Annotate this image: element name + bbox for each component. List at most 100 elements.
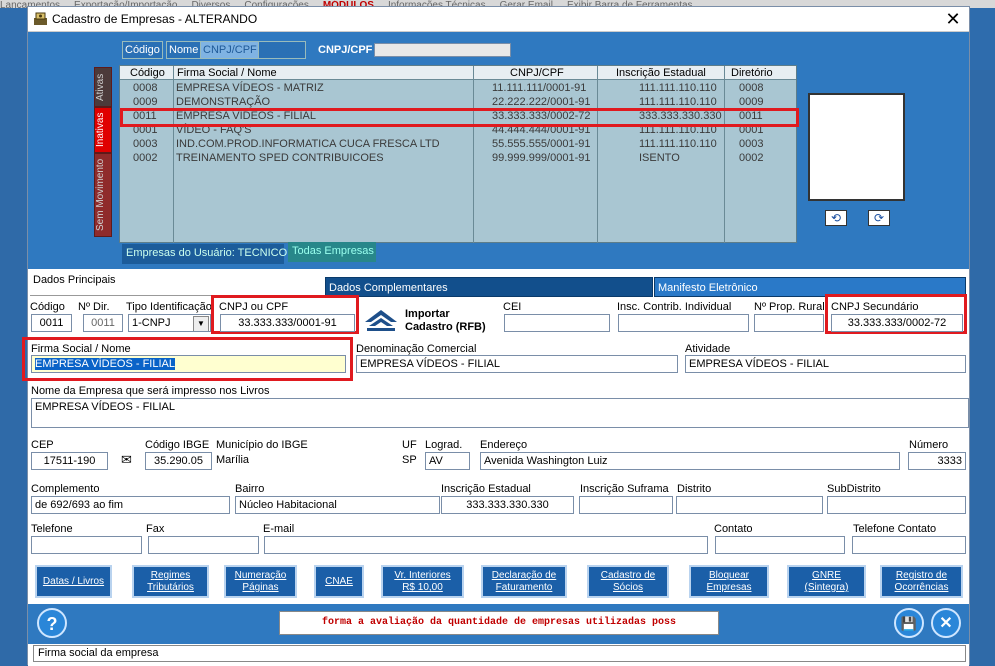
label-mun-ibge: Município do IBGE <box>216 439 308 451</box>
insc-est-field[interactable]: 333.333.330.330 <box>441 496 574 514</box>
label-cei: CEI <box>503 301 522 313</box>
endereco-field[interactable]: Avenida Washington Luiz <box>480 452 900 470</box>
label-email: E-mail <box>263 523 295 535</box>
search-label: CNPJ/CPF <box>318 44 373 56</box>
save-icon[interactable]: 💾 <box>894 608 924 638</box>
label-cod-ibge: Código IBGE <box>145 439 210 451</box>
label-cnpj-sec: CNPJ Secundário <box>831 301 919 313</box>
help-icon[interactable]: ? <box>37 608 67 638</box>
insc-suframa-field[interactable] <box>579 496 673 514</box>
label-complemento: Complemento <box>31 483 100 495</box>
side-tab-sem-movimento[interactable]: Sem Movimento <box>94 153 112 237</box>
tab-dados-complementares[interactable]: Dados Complementares <box>325 277 653 297</box>
label-distrito: Distrito <box>677 483 712 495</box>
cadastro-socios-button[interactable]: Cadastro de Sócios <box>587 565 669 598</box>
tab-empresas-usuario[interactable]: Empresas do Usuário: TECNICO <box>122 244 287 264</box>
label-telefone: Telefone <box>31 523 73 535</box>
cei-field[interactable] <box>504 314 610 332</box>
label-insc-suframa: Inscrição Suframa <box>580 483 669 495</box>
subdistrito-field[interactable] <box>827 496 966 514</box>
label-cnpj: CNPJ ou CPF <box>219 301 289 313</box>
side-tab-ativas[interactable]: Ativas <box>94 67 112 107</box>
cnpj-field[interactable]: 33.333.333/0001-91 <box>220 314 355 332</box>
label-insc-ind: Insc. Contrib. Individual <box>617 301 732 313</box>
tel-contato-field[interactable] <box>852 536 966 554</box>
highlight-selected-row <box>120 108 799 127</box>
col-firma[interactable]: Firma Social / Nome <box>177 67 277 79</box>
logo-frame[interactable] <box>808 93 905 201</box>
col-codigo[interactable]: Código <box>130 67 165 79</box>
distrito-field[interactable] <box>676 496 823 514</box>
importar-cadastro-button[interactable]: Importar Cadastro (RFB) <box>405 308 486 334</box>
window-title: Cadastro de Empresas - ALTERANDO <box>52 12 258 26</box>
company-grid: Código Firma Social / Nome CNPJ/CPF Insc… <box>119 65 797 243</box>
label-prop-rural: Nº Prop. Rural <box>754 301 825 313</box>
declaracao-faturamento-button[interactable]: Declaração de Faturamento <box>481 565 567 598</box>
tab-codigo[interactable]: Código <box>122 41 163 59</box>
insc-ind-field[interactable] <box>618 314 749 332</box>
label-numero: Número <box>909 439 949 451</box>
label-codigo: Código <box>30 301 65 313</box>
label-tel-contato: Telefone Contato <box>853 523 937 535</box>
label-insc-est: Inscrição Estadual <box>441 483 531 495</box>
complemento-field[interactable]: de 692/693 ao fim <box>31 496 230 514</box>
label-tipo: Tipo Identificação <box>126 301 212 313</box>
cnpj-sec-field[interactable]: 33.333.333/0002-72 <box>831 314 963 332</box>
tab-cnpj[interactable]: CNPJ/CPF <box>200 41 260 59</box>
tab-todas-empresas[interactable]: Todas Empresas <box>288 242 376 262</box>
nome-livros-field[interactable]: EMPRESA VÍDEOS - FILIAL <box>31 398 969 428</box>
col-insc[interactable]: Inscrição Estadual <box>616 67 706 79</box>
bloquear-empresas-button[interactable]: Bloquear Empresas <box>689 565 769 598</box>
bairro-field[interactable]: Núcleo Habitacional <box>235 496 440 514</box>
tipo-select[interactable]: 1-CNPJ ▼ <box>128 314 211 332</box>
atividade-field[interactable]: EMPRESA VÍDEOS - FILIAL <box>685 355 966 373</box>
label-endereco: Endereço <box>480 439 528 451</box>
label-firma: Firma Social / Nome <box>31 343 131 355</box>
label-dir: Nº Dir. <box>78 301 110 313</box>
tab-nome[interactable]: Nome <box>166 41 202 59</box>
contato-field[interactable] <box>715 536 845 554</box>
dialog-window: Cadastro de Empresas - ALTERANDO ✕ Códig… <box>22 6 970 666</box>
envelope-icon[interactable]: ✉ <box>121 452 132 468</box>
firma-field[interactable]: EMPRESA VÍDEOS - FILIAL <box>31 355 346 373</box>
search-input[interactable] <box>374 43 511 57</box>
numeracao-paginas-button[interactable]: Numeração Páginas <box>224 565 297 598</box>
cnae-button[interactable]: CNAE <box>314 565 364 598</box>
side-tab-inativas[interactable]: Inativas <box>94 107 112 153</box>
numero-field[interactable]: 3333 <box>908 452 966 470</box>
gnre-sintegra-button[interactable]: GNRE (Sintegra) <box>787 565 866 598</box>
title-bar: Cadastro de Empresas - ALTERANDO ✕ <box>28 7 969 32</box>
regimes-tributarios-button[interactable]: Regimes Tributários <box>132 565 209 598</box>
prop-rural-field[interactable] <box>754 314 824 332</box>
label-lograd: Lograd. <box>425 439 463 451</box>
col-diretorio[interactable]: Diretório <box>731 67 773 79</box>
cod-ibge-field[interactable]: 35.290.05 <box>145 452 212 470</box>
col-cnpj[interactable]: CNPJ/CPF <box>510 67 564 79</box>
registro-ocorrencias-button[interactable]: Registro de Ocorrências <box>880 565 963 598</box>
rotate-right-icon[interactable]: ⟳ <box>868 210 890 226</box>
label-atividade: Atividade <box>685 343 731 355</box>
dir-field[interactable]: 0011 <box>83 314 123 332</box>
telefone-field[interactable] <box>31 536 142 554</box>
uf-value: SP <box>402 454 417 466</box>
label-denominacao: Denominação Comercial <box>356 343 477 355</box>
label-bairro: Bairro <box>235 483 265 495</box>
chevron-down-icon[interactable]: ▼ <box>193 316 209 331</box>
datas-livros-button[interactable]: Datas / Livros <box>35 565 112 598</box>
tab-diretorio[interactable]: Diretório <box>258 41 306 59</box>
email-field[interactable] <box>264 536 708 554</box>
label-contato: Contato <box>714 523 753 535</box>
fax-field[interactable] <box>148 536 259 554</box>
vr-interiores-button[interactable]: Vr. Interiores R$ 10,00 <box>381 565 464 598</box>
exit-icon[interactable]: ✕ <box>931 608 961 638</box>
app-icon <box>32 10 49 27</box>
label-nome-livros: Nome da Empresa que será impresso nos Li… <box>31 385 270 397</box>
close-icon[interactable]: ✕ <box>940 8 966 30</box>
denominacao-field[interactable]: EMPRESA VÍDEOS - FILIAL <box>356 355 678 373</box>
codigo-field[interactable]: 0011 <box>31 314 72 332</box>
lograd-field[interactable]: AV <box>425 452 470 470</box>
rotate-left-icon[interactable]: ⟲ <box>825 210 847 226</box>
cep-field[interactable]: 17511-190 <box>31 452 108 470</box>
rfb-logo-icon[interactable] <box>363 306 399 332</box>
tab-dados-principais[interactable]: Dados Principais <box>30 270 325 296</box>
